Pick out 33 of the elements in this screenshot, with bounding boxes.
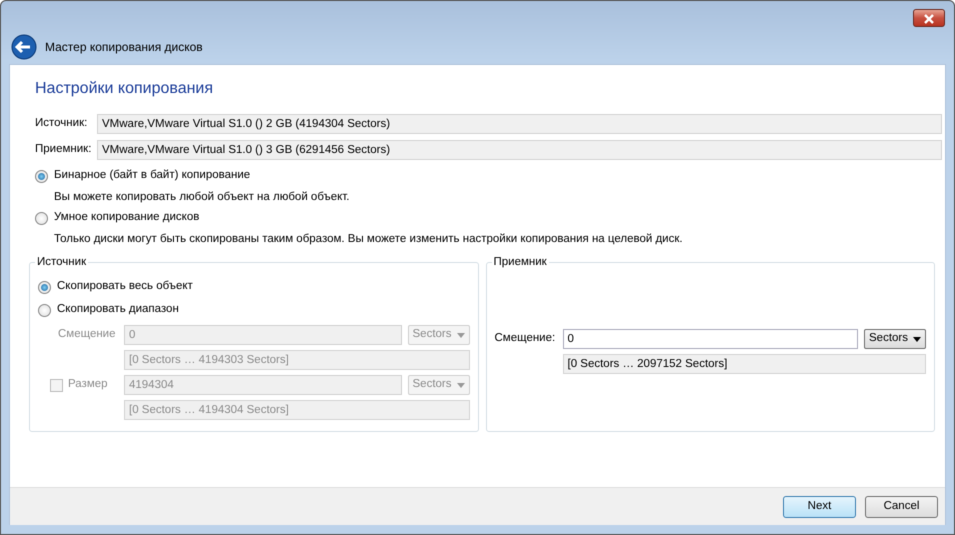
close-button[interactable] <box>913 9 945 27</box>
input-field[interactable]: 0 <box>562 329 858 349</box>
dialog-button[interactable]: Cancel <box>865 496 938 518</box>
field-label: Источник: <box>35 116 88 132</box>
field-label: Смещение: <box>494 331 556 346</box>
back-icon[interactable] <box>11 34 37 60</box>
radio-button[interactable] <box>38 304 51 316</box>
disk-field: VMware,VMware Virtual S1.0 () 2 GB (4194304 Sectors) <box>97 114 942 134</box>
range-field: [0 Sectors … 4194304 Sectors] <box>124 400 470 420</box>
radio-label: Бинарное (байт в байт) копирование <box>54 168 250 184</box>
page-heading: Настройки копирования <box>35 79 214 99</box>
field-label: Смещение <box>58 327 116 342</box>
radio-button[interactable] <box>35 170 48 182</box>
disk-field: VMware,VMware Virtual S1.0 () 3 GB (6291456 Sectors) <box>97 140 942 160</box>
description-text: Вы можете копировать любой объект на любой объект. <box>53 190 350 205</box>
unit-dropdown[interactable]: Sectors <box>864 329 926 349</box>
description-text: Только диски могут быть скопированы таким образом. Вы можете изменить настройки копирования на целевой диск. <box>53 232 684 247</box>
window-title: Мастер копирования дисков <box>45 38 203 56</box>
radio-label: Умное копирование дисков <box>54 210 200 226</box>
range-field: [0 Sectors … 2097152 Sectors] <box>562 354 926 374</box>
radio-label: Скопировать весь объект <box>57 279 193 294</box>
radio-button[interactable] <box>38 280 51 294</box>
close-icon <box>923 14 935 24</box>
caret-icon <box>913 336 921 342</box>
caret-icon <box>456 382 464 388</box>
radio-label: Скопировать диапазон <box>57 302 179 318</box>
radio-button[interactable] <box>35 212 48 224</box>
dialog-button[interactable]: Next <box>783 496 856 518</box>
field-label: Размер <box>68 377 108 392</box>
group-title: Приемник <box>492 256 549 269</box>
caret-icon <box>456 332 464 338</box>
field-label: Приемник: <box>35 142 91 158</box>
range-field: [0 Sectors … 4194303 Sectors] <box>124 350 470 370</box>
